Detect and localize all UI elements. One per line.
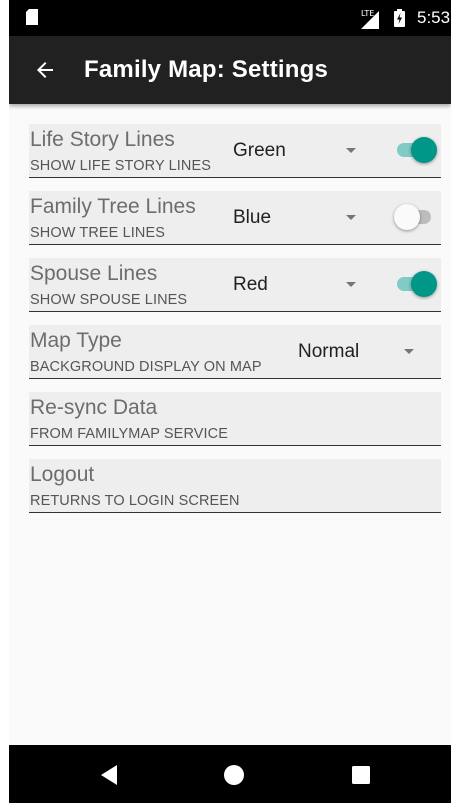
setting-subtitle: BACKGROUND DISPLAY ON MAP bbox=[30, 359, 262, 375]
switch-thumb bbox=[411, 271, 437, 297]
logout-button[interactable]: Logout RETURNS TO LOGIN SCREEN bbox=[29, 459, 441, 513]
arrow-back-icon bbox=[37, 62, 53, 78]
battery-charging-icon bbox=[394, 9, 405, 27]
settings-list: Life Story Lines SHOW LIFE STORY LINES G… bbox=[29, 124, 441, 526]
status-time: 5:53 bbox=[417, 8, 451, 27]
life-story-color-spinner[interactable]: Green bbox=[233, 124, 363, 176]
dropdown-arrow-icon bbox=[404, 349, 414, 354]
setting-title: Spouse Lines bbox=[30, 262, 158, 285]
app-bar: Family Map: Settings bbox=[9, 36, 451, 104]
setting-family-tree-lines: Family Tree Lines SHOW TREE LINES Blue bbox=[29, 191, 441, 245]
spinner-value: Normal bbox=[298, 341, 360, 362]
nav-home-icon[interactable] bbox=[221, 762, 247, 788]
setting-subtitle: SHOW SPOUSE LINES bbox=[30, 292, 188, 308]
sd-card-icon bbox=[26, 9, 38, 25]
setting-title: Map Type bbox=[30, 329, 122, 352]
map-type-spinner[interactable]: Normal bbox=[298, 325, 428, 377]
nav-recents-icon[interactable] bbox=[348, 762, 374, 788]
setting-subtitle: RETURNS TO LOGIN SCREEN bbox=[30, 493, 240, 509]
family-tree-lines-switch[interactable] bbox=[394, 204, 438, 230]
setting-life-story-lines: Life Story Lines SHOW LIFE STORY LINES G… bbox=[29, 124, 441, 178]
switch-thumb bbox=[394, 204, 420, 230]
setting-title: Life Story Lines bbox=[30, 128, 175, 151]
dropdown-arrow-icon bbox=[346, 282, 356, 287]
switch-thumb bbox=[411, 137, 437, 163]
page-title: Family Map: Settings bbox=[84, 56, 329, 83]
life-story-lines-switch[interactable] bbox=[394, 137, 438, 163]
family-tree-color-spinner[interactable]: Blue bbox=[233, 191, 363, 243]
phone-screen: LTE 5:53 Family Map: Settings Life Story… bbox=[9, 0, 451, 803]
dropdown-arrow-icon bbox=[346, 148, 356, 153]
nav-back-icon[interactable] bbox=[97, 762, 123, 788]
setting-subtitle: SHOW TREE LINES bbox=[30, 225, 165, 241]
setting-title: Family Tree Lines bbox=[30, 195, 196, 218]
setting-title: Re-sync Data bbox=[30, 396, 158, 419]
spinner-value: Green bbox=[233, 140, 286, 161]
spinner-value: Blue bbox=[233, 207, 272, 228]
back-button[interactable] bbox=[25, 50, 65, 90]
navigation-bar bbox=[9, 745, 451, 803]
spouse-color-spinner[interactable]: Red bbox=[233, 258, 363, 310]
resync-data-button[interactable]: Re-sync Data FROM FAMILYMAP SERVICE bbox=[29, 392, 441, 446]
setting-title: Logout bbox=[30, 463, 95, 486]
setting-map-type: Map Type BACKGROUND DISPLAY ON MAP Norma… bbox=[29, 325, 441, 379]
spinner-value: Red bbox=[233, 274, 268, 295]
setting-spouse-lines: Spouse Lines SHOW SPOUSE LINES Red bbox=[29, 258, 441, 312]
dropdown-arrow-icon bbox=[346, 215, 356, 220]
status-bar: LTE 5:53 bbox=[9, 0, 451, 36]
spouse-lines-switch[interactable] bbox=[394, 271, 438, 297]
signal-icon bbox=[361, 11, 379, 29]
setting-subtitle: SHOW LIFE STORY LINES bbox=[30, 158, 211, 174]
setting-subtitle: FROM FAMILYMAP SERVICE bbox=[30, 426, 228, 442]
